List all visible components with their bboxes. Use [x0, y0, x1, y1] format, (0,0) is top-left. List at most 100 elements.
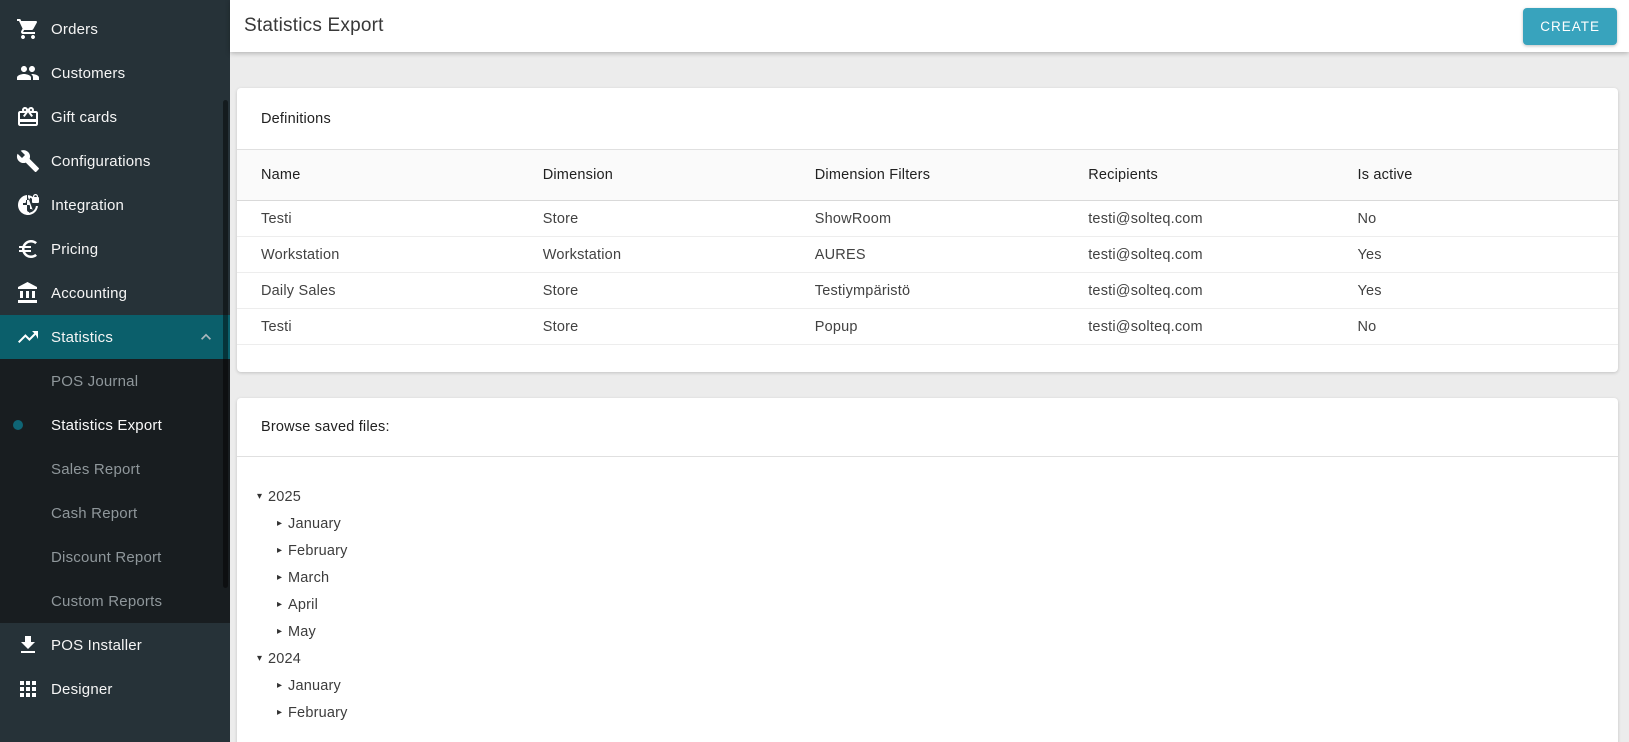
column-header-is-active: Is active [1333, 150, 1618, 201]
sidebar-item-pricing[interactable]: Pricing [0, 227, 230, 271]
sidebar-subitem-label: Statistics Export [51, 417, 162, 434]
tree-month-2025-january[interactable]: ▸January [277, 510, 1594, 537]
tree-year-label: 2025 [268, 489, 301, 505]
sidebar-scrollbar-thumb[interactable] [223, 100, 228, 588]
triangle-right-icon: ▸ [277, 680, 288, 691]
tree-year-2024[interactable]: ▾2024 [257, 645, 1594, 672]
browse-saved-files-card: Browse saved files: ▾2025▸January▸Februa… [237, 398, 1618, 742]
sidebar-item-label: POS Installer [51, 637, 142, 654]
table-cell: Store [519, 309, 791, 345]
globe-lock-icon [16, 193, 40, 217]
saved-files-tree: ▾2025▸January▸February▸March▸April▸May▾2… [237, 457, 1618, 742]
tree-month-2024-february[interactable]: ▸February [277, 699, 1594, 726]
tree-year-label: 2024 [268, 651, 301, 667]
tree-year-2025[interactable]: ▾2025 [257, 483, 1594, 510]
tree-month-label: January [288, 678, 341, 694]
table-cell: Testi [237, 309, 519, 345]
sidebar-subitem-pos-journal[interactable]: POS Journal [0, 359, 230, 403]
top-bar: Statistics Export CREATE [230, 0, 1629, 52]
shopping-cart-icon [16, 17, 40, 41]
card-gap [237, 372, 1618, 398]
table-cell: Store [519, 273, 791, 309]
sidebar-subitem-label: POS Journal [51, 373, 138, 390]
sidebar-item-label: Accounting [51, 285, 127, 302]
chevron-up-icon [196, 327, 216, 347]
table-cell: testi@solteq.com [1064, 201, 1333, 237]
sidebar-subitem-label: Cash Report [51, 505, 137, 522]
definitions-table: NameDimensionDimension FiltersRecipients… [237, 149, 1618, 345]
table-cell: Testiympäristö [791, 273, 1064, 309]
create-button[interactable]: CREATE [1523, 8, 1617, 45]
table-cell: ShowRoom [791, 201, 1064, 237]
page-title: Statistics Export [244, 15, 384, 37]
wrench-icon [16, 149, 40, 173]
tree-month-2025-february[interactable]: ▸February [277, 537, 1594, 564]
sidebar-item-accounting[interactable]: Accounting [0, 271, 230, 315]
table-cell: Testi [237, 201, 519, 237]
definitions-table-header-row: NameDimensionDimension FiltersRecipients… [237, 150, 1618, 201]
tree-month-label: May [288, 624, 316, 640]
table-cell: testi@solteq.com [1064, 309, 1333, 345]
table-row[interactable]: WorkstationWorkstationAUREStesti@solteq.… [237, 237, 1618, 273]
sidebar-item-integration[interactable]: Integration [0, 183, 230, 227]
triangle-down-icon: ▾ [257, 653, 268, 664]
sidebar-item-statistics[interactable]: Statistics [0, 315, 230, 359]
sidebar-item-label: Pricing [51, 241, 98, 258]
sidebar-subitem-statistics-export[interactable]: Statistics Export [0, 403, 230, 447]
table-row[interactable]: Daily SalesStoreTestiympäristötesti@solt… [237, 273, 1618, 309]
table-cell: testi@solteq.com [1064, 237, 1333, 273]
sidebar-item-label: Configurations [51, 153, 151, 170]
sidebar-subitem-custom-reports[interactable]: Custom Reports [0, 579, 230, 623]
sidebar-subitem-sales-report[interactable]: Sales Report [0, 447, 230, 491]
sidebar-subitem-label: Custom Reports [51, 593, 162, 610]
sidebar-subitem-discount-report[interactable]: Discount Report [0, 535, 230, 579]
triangle-right-icon: ▸ [277, 707, 288, 718]
sidebar-item-label: Customers [51, 65, 125, 82]
tree-month-2025-april[interactable]: ▸April [277, 591, 1594, 618]
table-cell: No [1333, 309, 1618, 345]
column-header-dimension-filters: Dimension Filters [791, 150, 1064, 201]
sidebar-subitem-cash-report[interactable]: Cash Report [0, 491, 230, 535]
content-area: Definitions NameDimensionDimension Filte… [230, 52, 1629, 742]
bank-icon [16, 281, 40, 305]
grid-icon [16, 677, 40, 701]
table-row[interactable]: TestiStorePopuptesti@solteq.comNo [237, 309, 1618, 345]
sidebar-item-pos-installer[interactable]: POS Installer [0, 623, 230, 667]
download-icon [16, 633, 40, 657]
tree-month-label: March [288, 570, 329, 586]
sidebar-nav: Orders Customers Gift cards Configurations I… [0, 7, 230, 711]
table-cell: Popup [791, 309, 1064, 345]
triangle-down-icon: ▾ [257, 491, 268, 502]
triangle-right-icon: ▸ [277, 545, 288, 556]
tree-month-label: February [288, 705, 348, 721]
definitions-card-title: Definitions [237, 88, 1618, 149]
tree-month-label: January [288, 516, 341, 532]
column-header-dimension: Dimension [519, 150, 791, 201]
table-row[interactable]: TestiStoreShowRoomtesti@solteq.comNo [237, 201, 1618, 237]
column-header-name: Name [237, 150, 519, 201]
table-cell: testi@solteq.com [1064, 273, 1333, 309]
tree-month-2025-may[interactable]: ▸May [277, 618, 1594, 645]
sidebar-item-gift-cards[interactable]: Gift cards [0, 95, 230, 139]
table-cell: Daily Sales [237, 273, 519, 309]
gift-card-icon [16, 105, 40, 129]
euro-icon [16, 237, 40, 261]
sidebar-item-label: Integration [51, 197, 124, 214]
table-cell: No [1333, 201, 1618, 237]
definitions-card: Definitions NameDimensionDimension Filte… [237, 88, 1618, 372]
sidebar-item-label: Designer [51, 681, 113, 698]
table-cell: Store [519, 201, 791, 237]
triangle-right-icon: ▸ [277, 572, 288, 583]
sidebar-item-configurations[interactable]: Configurations [0, 139, 230, 183]
sidebar-item-customers[interactable]: Customers [0, 51, 230, 95]
tree-month-2025-march[interactable]: ▸March [277, 564, 1594, 591]
tree-month-label: April [288, 597, 318, 613]
tree-month-2024-january[interactable]: ▸January [277, 672, 1594, 699]
definitions-table-body: TestiStoreShowRoomtesti@solteq.comNoWork… [237, 201, 1618, 345]
sidebar-subitem-label: Discount Report [51, 549, 162, 566]
table-bottom-spacer [237, 345, 1618, 372]
sidebar-item-orders[interactable]: Orders [0, 7, 230, 51]
sidebar-subitem-label: Sales Report [51, 461, 140, 478]
sidebar-item-designer[interactable]: Designer [0, 667, 230, 711]
browse-card-title: Browse saved files: [237, 398, 1618, 457]
